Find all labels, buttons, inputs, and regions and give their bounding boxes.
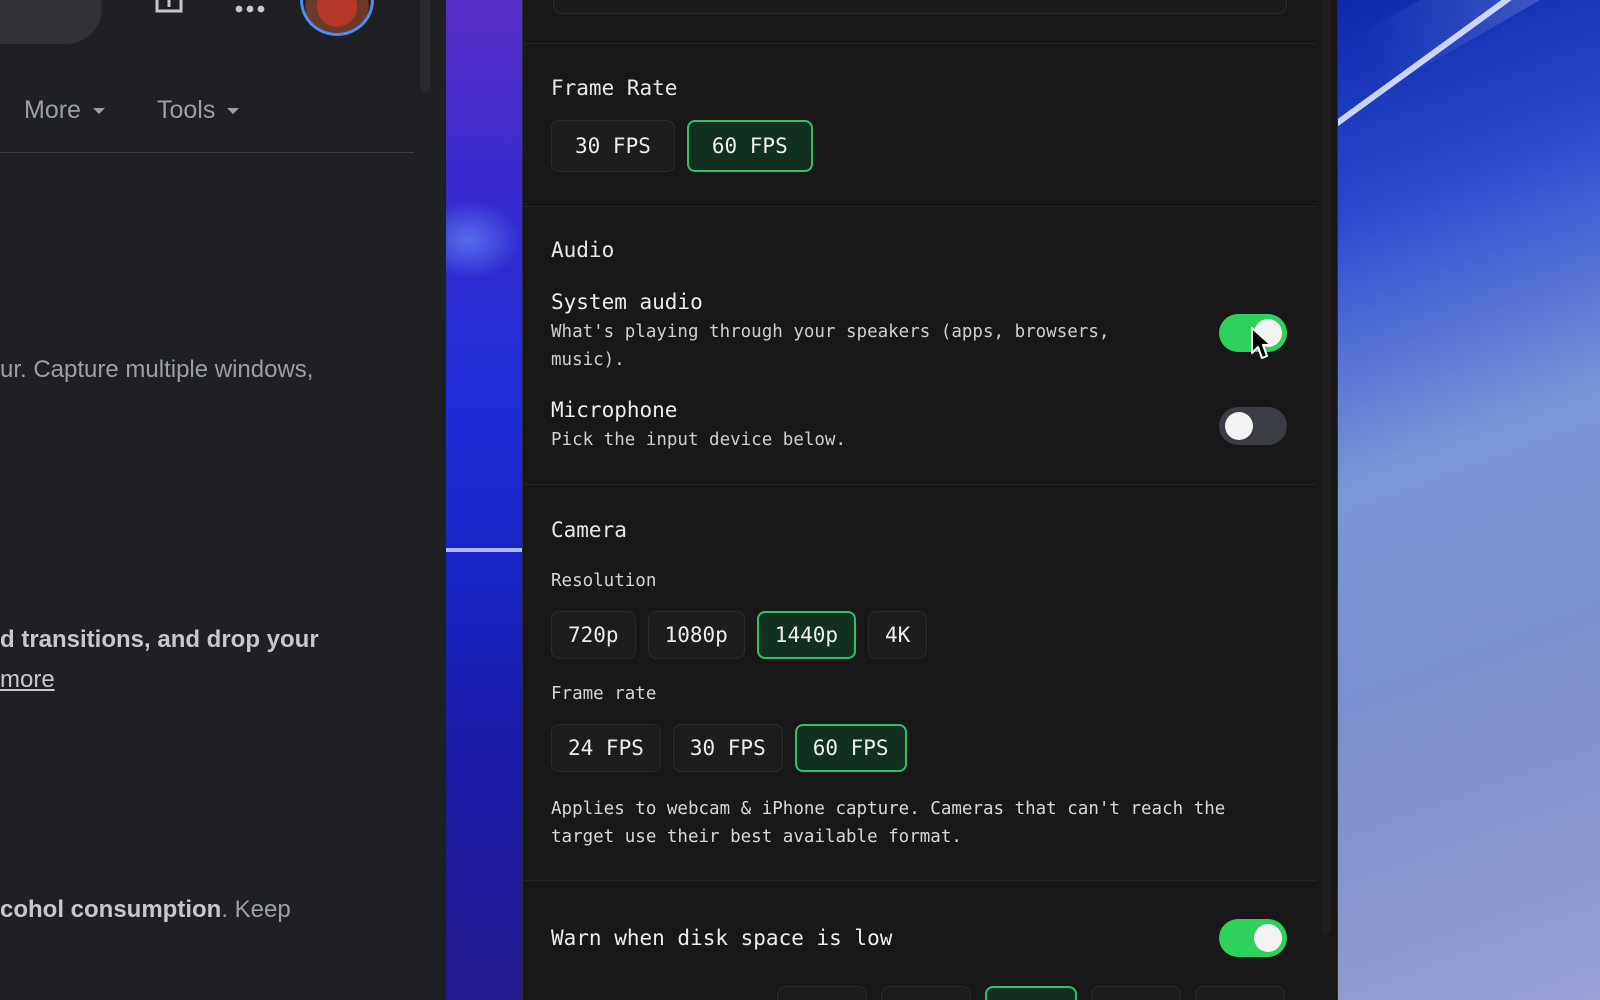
frame-rate-title: Frame Rate [551, 76, 678, 100]
microphone-label: Microphone [551, 398, 678, 422]
disk-warning-label: Warn when disk space is low [551, 926, 893, 950]
desktop-wallpaper-left [446, 0, 522, 1000]
partially-visible-options [777, 986, 1285, 1000]
resolution-1080p-button[interactable]: 1080p [647, 611, 745, 659]
option-chip[interactable] [777, 986, 867, 1000]
nav-more[interactable]: More [24, 96, 105, 125]
apps-grid-icon[interactable] [234, 2, 266, 16]
option-chip[interactable] [1091, 986, 1181, 1000]
section-divider [523, 206, 1317, 207]
resolution-720p-button[interactable]: 720p [551, 611, 636, 659]
recording-settings-panel: Frame Rate 30 FPS 60 FPS Audio System au… [522, 0, 1338, 1000]
upload-icon[interactable] [154, 0, 184, 18]
more-link[interactable]: more [0, 666, 55, 693]
snippet-bold-text: d transitions, and drop your [0, 626, 319, 653]
camera-note: Applies to webcam & iPhone capture. Came… [551, 799, 1226, 847]
result-snippet: d transitions, and drop your [0, 620, 319, 660]
mouse-cursor-icon [1251, 327, 1272, 359]
frame-rate-30-fps-button[interactable]: 30 FPS [551, 120, 675, 172]
toggle-knob [1254, 924, 1282, 952]
top-field[interactable] [553, 0, 1287, 14]
section-divider [523, 880, 1317, 881]
section-divider [523, 43, 1317, 44]
result-snippet: more [0, 660, 55, 700]
camera-60-fps-button[interactable]: 60 FPS [794, 724, 907, 772]
search-icon [28, 0, 64, 2]
audio-title: Audio [551, 238, 615, 262]
nav-tools[interactable]: Tools [156, 96, 240, 125]
camera-title: Camera [551, 518, 627, 542]
camera-frame-rate-options: 24 FPS 30 FPS 60 FPS [551, 724, 907, 772]
nav-tools-label: Tools [156, 96, 216, 124]
microphone-description: Pick the input device below. [551, 430, 847, 450]
system-audio-label: System audio [551, 290, 703, 314]
snippet-text: ur. Capture multiple windows, [0, 356, 314, 383]
search-button[interactable] [0, 0, 102, 44]
option-chip[interactable] [985, 986, 1077, 1000]
caret-down-icon [92, 107, 105, 114]
browser-scrollbar[interactable] [420, 0, 430, 92]
camera-resolution-options: 720p 1080p 1440p 4K [551, 611, 928, 659]
frame-rate-60-fps-button[interactable]: 60 FPS [686, 120, 813, 172]
resolution-1440p-button[interactable]: 1440p [756, 611, 857, 659]
camera-30-fps-button[interactable]: 30 FPS [672, 724, 783, 772]
disk-warning-toggle[interactable] [1219, 919, 1287, 957]
option-chip[interactable] [881, 986, 971, 1000]
desktop-wallpaper-right [1336, 0, 1600, 1000]
panel-scrollbar[interactable] [1321, 0, 1331, 935]
search-nav-tabs: More Tools [24, 96, 240, 125]
snippet-bold-text: cohol consumption [0, 896, 222, 923]
nav-divider [0, 152, 414, 153]
caret-down-icon [227, 107, 240, 114]
microphone-toggle[interactable] [1219, 407, 1287, 445]
account-avatar[interactable] [300, 0, 374, 36]
toggle-knob [1225, 412, 1253, 440]
system-audio-description: What's playing through your speakers (ap… [551, 322, 1110, 370]
camera-resolution-label: Resolution [551, 571, 657, 591]
result-snippet: cohol consumption. Keep [0, 890, 291, 930]
section-divider [523, 484, 1317, 485]
result-snippet: ur. Capture multiple windows, [0, 350, 313, 390]
frame-rate-options: 30 FPS 60 FPS [551, 120, 813, 172]
camera-24-fps-button[interactable]: 24 FPS [551, 724, 661, 772]
camera-frame-rate-label: Frame rate [551, 684, 657, 704]
snippet-text: . Keep [221, 896, 291, 923]
option-chip[interactable] [1195, 986, 1285, 1000]
background-browser-window: More Tools ur. Capture multiple windows,… [0, 0, 447, 1000]
resolution-4k-button[interactable]: 4K [868, 611, 928, 659]
nav-more-label: More [24, 96, 81, 124]
